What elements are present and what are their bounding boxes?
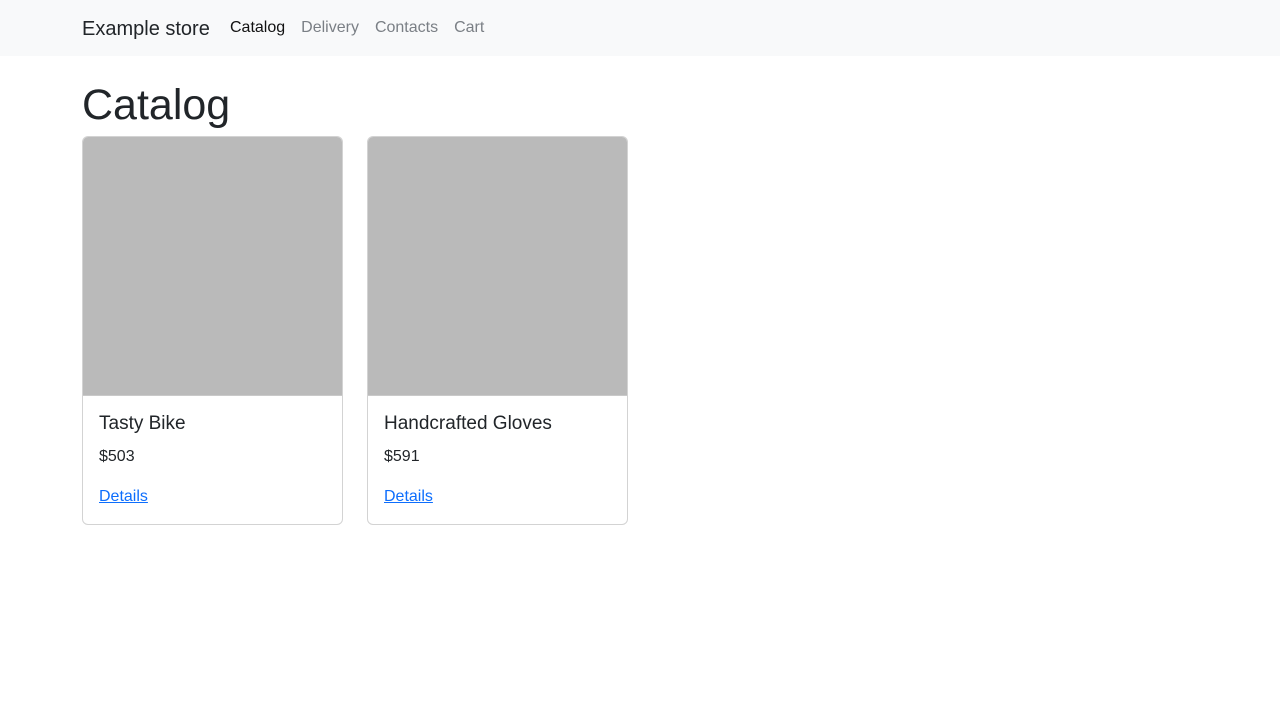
nav-menu: Catalog Delivery Contacts Cart	[230, 18, 500, 38]
navbar: Example store Catalog Delivery Contacts …	[0, 0, 1280, 56]
product-name: Handcrafted Gloves	[384, 413, 552, 434]
product-card: Handcrafted Gloves $591 Details	[367, 136, 628, 525]
product-price: $503	[99, 448, 135, 465]
product-name: Tasty Bike	[99, 413, 186, 434]
nav-item-cart[interactable]: Cart	[454, 18, 484, 38]
page-title: Catalog	[82, 81, 231, 129]
product-price: $591	[384, 448, 420, 465]
nav-item-contacts[interactable]: Contacts	[375, 18, 438, 38]
nav-item-catalog[interactable]: Catalog	[230, 18, 285, 38]
details-link[interactable]: Details	[384, 487, 433, 507]
product-image	[83, 137, 342, 396]
product-image	[368, 137, 627, 396]
nav-item-delivery[interactable]: Delivery	[301, 18, 359, 38]
product-card: Tasty Bike $503 Details	[82, 136, 343, 525]
details-link[interactable]: Details	[99, 487, 148, 507]
brand-link[interactable]: Example store	[82, 17, 210, 41]
